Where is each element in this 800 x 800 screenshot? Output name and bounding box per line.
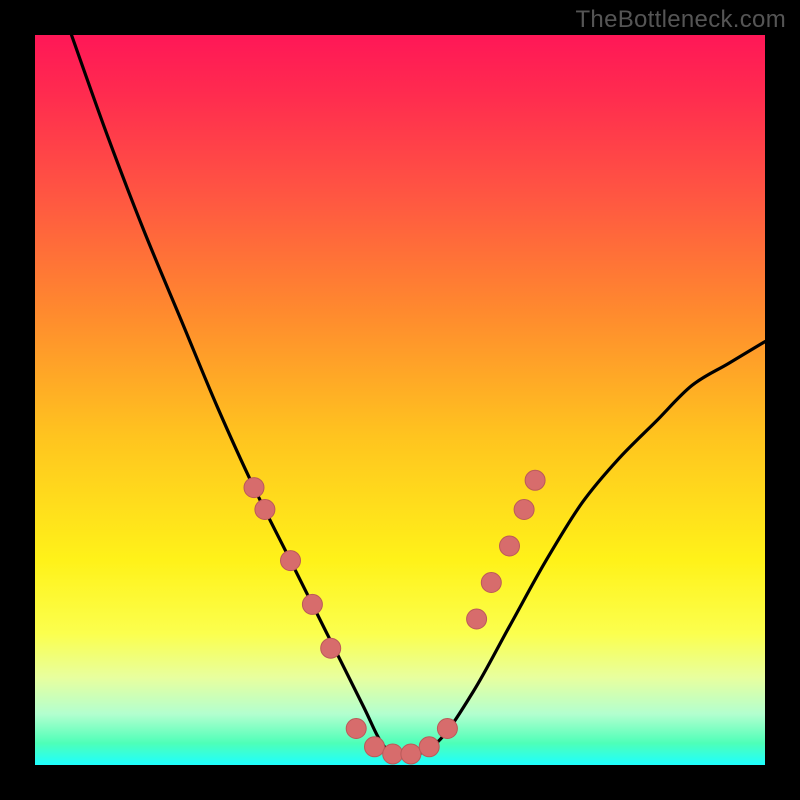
marker-bottom-2 bbox=[365, 737, 385, 757]
marker-left-cluster-1 bbox=[244, 478, 264, 498]
bottleneck-curve bbox=[72, 35, 766, 758]
marker-right-cluster-1 bbox=[467, 609, 487, 629]
marker-bottom-5 bbox=[419, 737, 439, 757]
marker-left-cluster-4 bbox=[302, 594, 322, 614]
watermark-text: TheBottleneck.com bbox=[575, 6, 786, 34]
marker-bottom-6 bbox=[437, 719, 457, 739]
marker-right-cluster-2 bbox=[481, 573, 501, 593]
marker-right-cluster-3 bbox=[500, 536, 520, 556]
marker-bottom-3 bbox=[383, 744, 403, 764]
marker-bottom-1 bbox=[346, 719, 366, 739]
marker-bottom-4 bbox=[401, 744, 421, 764]
markers-group bbox=[244, 470, 545, 764]
marker-left-cluster-3 bbox=[281, 551, 301, 571]
curve-svg bbox=[35, 35, 765, 765]
marker-right-cluster-4 bbox=[514, 500, 534, 520]
marker-left-cluster-5 bbox=[321, 638, 341, 658]
marker-left-cluster-2 bbox=[255, 500, 275, 520]
plot-area bbox=[35, 35, 765, 765]
chart-frame: TheBottleneck.com bbox=[0, 0, 800, 800]
marker-right-cluster-5 bbox=[525, 470, 545, 490]
